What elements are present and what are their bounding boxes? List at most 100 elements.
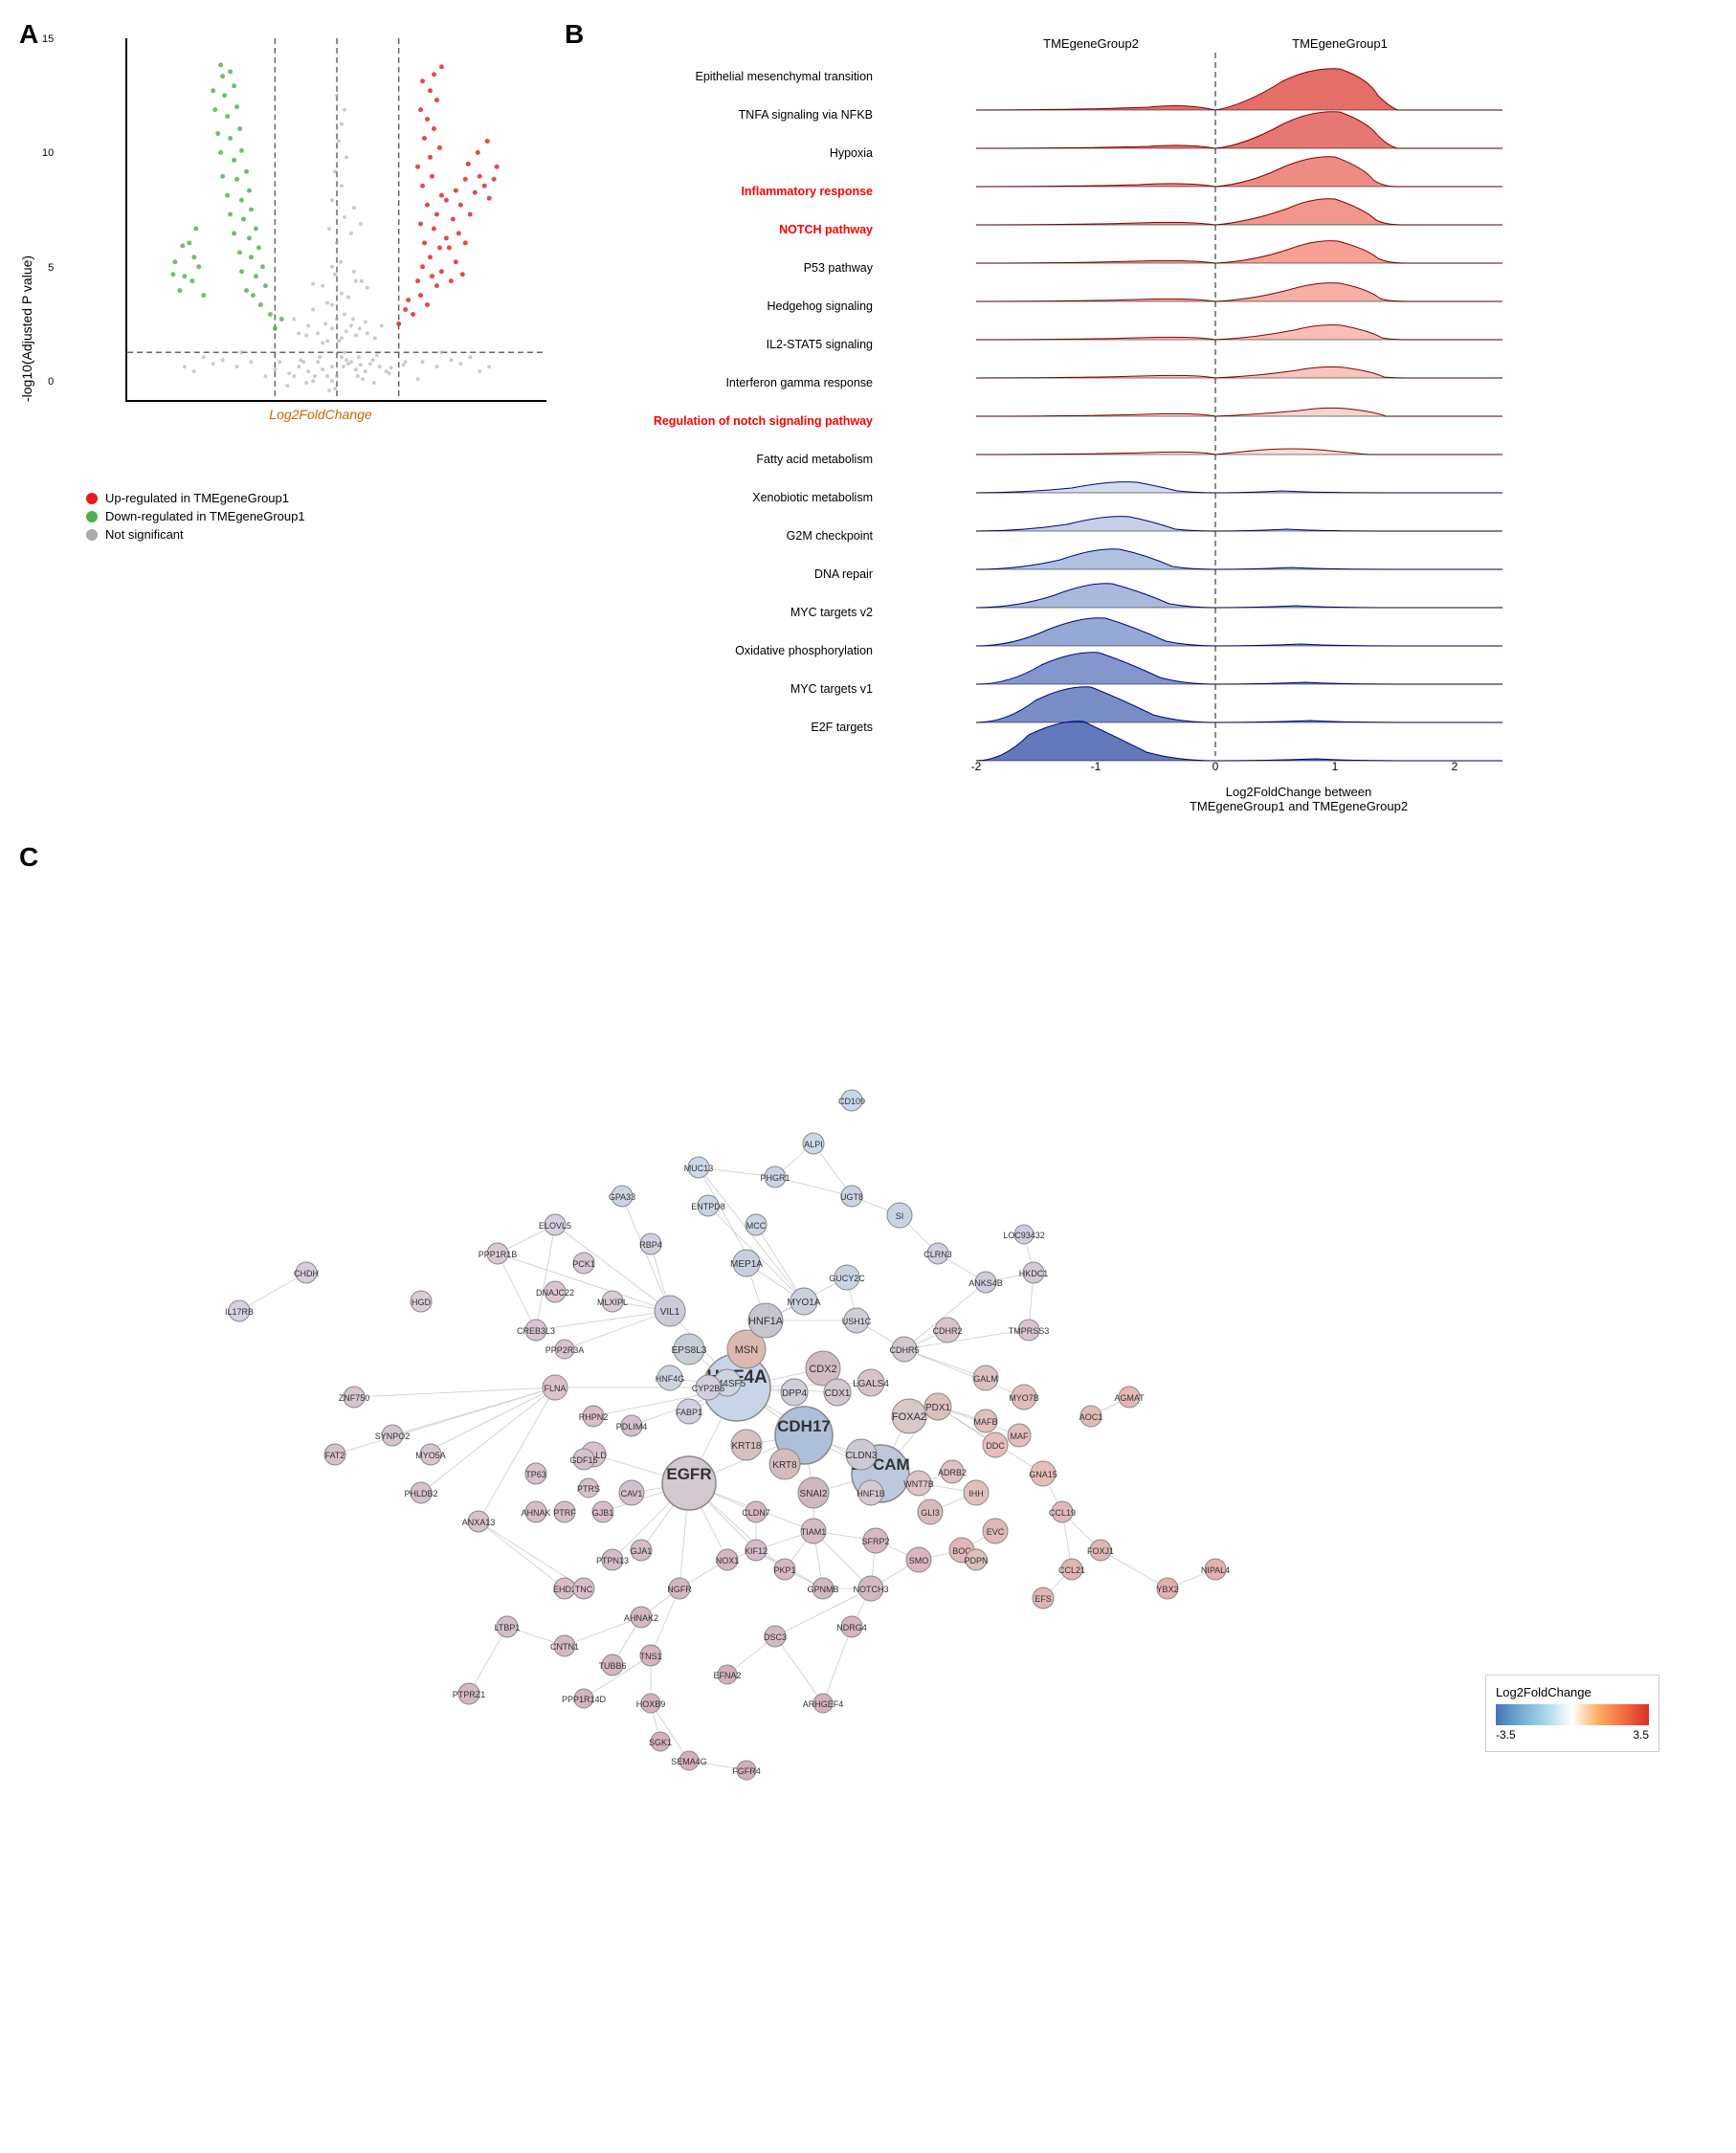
svg-text:2: 2	[1452, 760, 1458, 773]
volcano-plot: -3 -2 -1 0 1 2 3	[125, 38, 546, 402]
ridge-label-9: Regulation of notch signaling pathway	[565, 402, 880, 440]
svg-text:CAV1: CAV1	[621, 1489, 643, 1498]
network-nodes: HNF4A CDH17 EPCAM EGFR MSN CDX2 HNF	[225, 1090, 1230, 1780]
svg-text:SMO: SMO	[909, 1556, 929, 1565]
ridge-label-0: Epithelial mesenchymal transition	[565, 57, 880, 96]
svg-text:GLI3: GLI3	[921, 1508, 940, 1518]
log2fc-legend-title: Log2FoldChange	[1496, 1685, 1649, 1699]
svg-text:NDRG4: NDRG4	[836, 1623, 867, 1632]
svg-text:GNA15: GNA15	[1029, 1470, 1057, 1479]
ridge-label-12: G2M checkpoint	[565, 517, 880, 555]
svg-text:ANXA13: ANXA13	[462, 1518, 496, 1527]
svg-text:EPS8L3: EPS8L3	[672, 1345, 707, 1356]
svg-text:LGALS4: LGALS4	[853, 1379, 889, 1389]
svg-text:MYO7B: MYO7B	[1009, 1393, 1039, 1403]
svg-text:IHH: IHH	[968, 1489, 984, 1498]
svg-text:HNF4G: HNF4G	[656, 1374, 685, 1384]
svg-text:FLNA: FLNA	[544, 1384, 566, 1393]
svg-text:MYO1A: MYO1A	[787, 1298, 820, 1308]
ridge-label-2: Hypoxia	[565, 134, 880, 172]
svg-text:LOC93432: LOC93432	[1003, 1231, 1045, 1240]
svg-text:WNT7B: WNT7B	[903, 1479, 934, 1489]
svg-text:PTPN13: PTPN13	[596, 1556, 629, 1565]
svg-text:CCL21: CCL21	[1058, 1565, 1085, 1575]
ridge-label-13: DNA repair	[565, 555, 880, 593]
svg-text:PKP1: PKP1	[773, 1565, 795, 1575]
ridge-labels-column: Epithelial mesenchymal transition TNFA s…	[565, 29, 880, 813]
ridge-label-10: Fatty acid metabolism	[565, 440, 880, 478]
ridge-x-title: Log2FoldChange between TMEgeneGroup1 and…	[880, 785, 1717, 813]
svg-text:1: 1	[1332, 760, 1339, 773]
svg-text:CDH17: CDH17	[777, 1417, 831, 1435]
svg-text:SI: SI	[896, 1211, 904, 1221]
x-axis-label: Log2FoldChange	[269, 407, 371, 422]
svg-text:AOC1: AOC1	[1079, 1412, 1103, 1422]
log2fc-legend: Log2FoldChange -3.5 3.5	[1485, 1675, 1659, 1752]
svg-text:TMEgeneGroup2: TMEgeneGroup2	[1043, 36, 1139, 51]
svg-text:FGFR4: FGFR4	[732, 1766, 761, 1776]
svg-text:KRT18: KRT18	[732, 1441, 762, 1452]
svg-text:MLXIPL: MLXIPL	[597, 1298, 628, 1307]
svg-text:CDX1: CDX1	[825, 1388, 851, 1399]
y-axis-ticks: 15 10 5 0	[42, 29, 54, 392]
svg-text:USH1C: USH1C	[842, 1317, 872, 1326]
svg-text:CNTN1: CNTN1	[550, 1642, 579, 1652]
ridge-plot-area: TMEgeneGroup2 TMEgeneGroup1	[880, 29, 1717, 813]
svg-text:0: 0	[1213, 760, 1219, 773]
svg-text:GALM: GALM	[973, 1374, 998, 1384]
svg-text:CDHR2: CDHR2	[932, 1326, 962, 1336]
ridge-label-5: P53 pathway	[565, 249, 880, 287]
svg-text:GDF15: GDF15	[569, 1455, 597, 1465]
svg-text:RBP4: RBP4	[639, 1240, 662, 1250]
svg-text:GJB1: GJB1	[592, 1508, 614, 1518]
svg-text:NIPAL4: NIPAL4	[1201, 1565, 1230, 1575]
svg-text:TNC: TNC	[575, 1585, 593, 1594]
svg-text:PCK1: PCK1	[572, 1259, 595, 1269]
svg-text:CYP2B6: CYP2B6	[692, 1384, 725, 1393]
svg-text:SYNPO2: SYNPO2	[375, 1432, 411, 1441]
panel-c-label: C	[19, 842, 38, 873]
legend-item-down: Down-regulated in TMEgeneGroup1	[105, 509, 305, 523]
svg-text:IL17RB: IL17RB	[225, 1307, 254, 1317]
svg-text:CHDH: CHDH	[294, 1269, 319, 1278]
svg-text:NOTCH3: NOTCH3	[853, 1585, 888, 1594]
svg-text:ZNF750: ZNF750	[339, 1393, 370, 1403]
svg-text:GUCY2C: GUCY2C	[829, 1274, 865, 1283]
svg-text:PHGR1: PHGR1	[760, 1173, 790, 1183]
svg-text:GPA33: GPA33	[609, 1192, 635, 1202]
svg-text:PTRF: PTRF	[553, 1508, 576, 1518]
svg-text:TUBB6: TUBB6	[598, 1661, 626, 1671]
svg-text:CREB3L3: CREB3L3	[517, 1326, 555, 1336]
top-row: A -log10(Adjusted P value) 15 10 5	[19, 19, 1717, 813]
svg-text:SFRP2: SFRP2	[861, 1537, 889, 1546]
svg-text:ALPI: ALPI	[804, 1140, 823, 1149]
svg-text:CLDN3: CLDN3	[846, 1451, 878, 1461]
svg-text:PHLDB2: PHLDB2	[404, 1489, 437, 1498]
svg-text:TNS1: TNS1	[639, 1652, 661, 1661]
svg-text:HKDC1: HKDC1	[1019, 1269, 1049, 1278]
panel-c: C Log2FoldChange -3.5 3.5	[19, 842, 1717, 1966]
y-axis-label: -log10(Adjusted P value)	[19, 255, 34, 402]
svg-text:HNF1B: HNF1B	[857, 1489, 885, 1498]
svg-text:PDX1: PDX1	[925, 1403, 951, 1413]
svg-text:HOXB9: HOXB9	[636, 1699, 666, 1709]
svg-text:PPP1R14D: PPP1R14D	[562, 1695, 607, 1704]
legend-item-ns: Not significant	[105, 527, 184, 542]
svg-text:PTRS: PTRS	[577, 1484, 600, 1494]
svg-text:ELOVL5: ELOVL5	[539, 1221, 571, 1231]
svg-text:-1: -1	[1091, 760, 1102, 773]
svg-text:FOXJ1: FOXJ1	[1087, 1546, 1114, 1556]
svg-text:AHNAK: AHNAK	[521, 1508, 550, 1518]
svg-text:PDLIM4: PDLIM4	[616, 1422, 648, 1432]
ridge-label-7: IL2-STAT5 signaling	[565, 325, 880, 364]
svg-text:HGD: HGD	[412, 1298, 432, 1307]
svg-text:CLDN7: CLDN7	[742, 1508, 770, 1518]
svg-text:TMEgeneGroup1: TMEgeneGroup1	[1292, 36, 1388, 51]
svg-text:DDC: DDC	[986, 1441, 1005, 1451]
svg-text:-2: -2	[971, 760, 982, 773]
svg-text:MSN: MSN	[735, 1344, 759, 1356]
legend-item-up: Up-regulated in TMEgeneGroup1	[105, 491, 289, 505]
svg-text:TIAM1: TIAM1	[801, 1527, 827, 1537]
svg-text:CCL19: CCL19	[1049, 1508, 1076, 1518]
ridge-label-15: Oxidative phosphorylation	[565, 632, 880, 670]
